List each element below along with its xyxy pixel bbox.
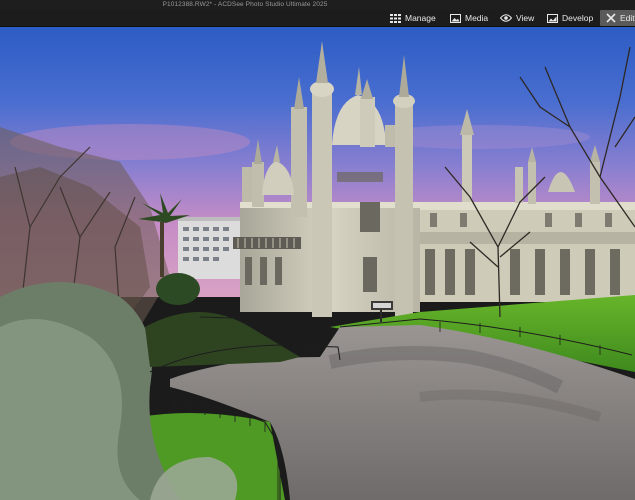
view-mode-label: View: [516, 13, 535, 23]
develop-mode-label: Develop: [562, 13, 594, 23]
media-mode-button[interactable]: Media: [450, 10, 488, 26]
acdsee-window: P1012388.RW2* - ACDSee Photo Studio Ulti…: [0, 0, 635, 500]
edit-mode-label: Edit: [620, 13, 635, 23]
image-viewer[interactable]: [0, 27, 635, 500]
develop-mode-button[interactable]: Develop: [547, 10, 593, 26]
mode-bar: Manage Media View Develop Edit: [0, 10, 635, 27]
manage-mode-button[interactable]: Manage: [390, 10, 436, 26]
edit-mode-button[interactable]: Edit: [600, 10, 635, 26]
photo-icon: [450, 13, 461, 23]
develop-icon: [547, 13, 558, 23]
window-title: P1012388.RW2* - ACDSee Photo Studio Ulti…: [162, 1, 328, 8]
title-bar: P1012388.RW2* - ACDSee Photo Studio Ulti…: [0, 0, 635, 10]
view-mode-button[interactable]: View: [500, 10, 534, 26]
grid-icon: [390, 13, 401, 23]
media-mode-label: Media: [465, 13, 489, 23]
manage-mode-label: Manage: [405, 13, 436, 23]
photo-canvas: [0, 27, 635, 500]
eye-icon: [500, 14, 512, 22]
edit-tools-icon: [606, 13, 616, 23]
